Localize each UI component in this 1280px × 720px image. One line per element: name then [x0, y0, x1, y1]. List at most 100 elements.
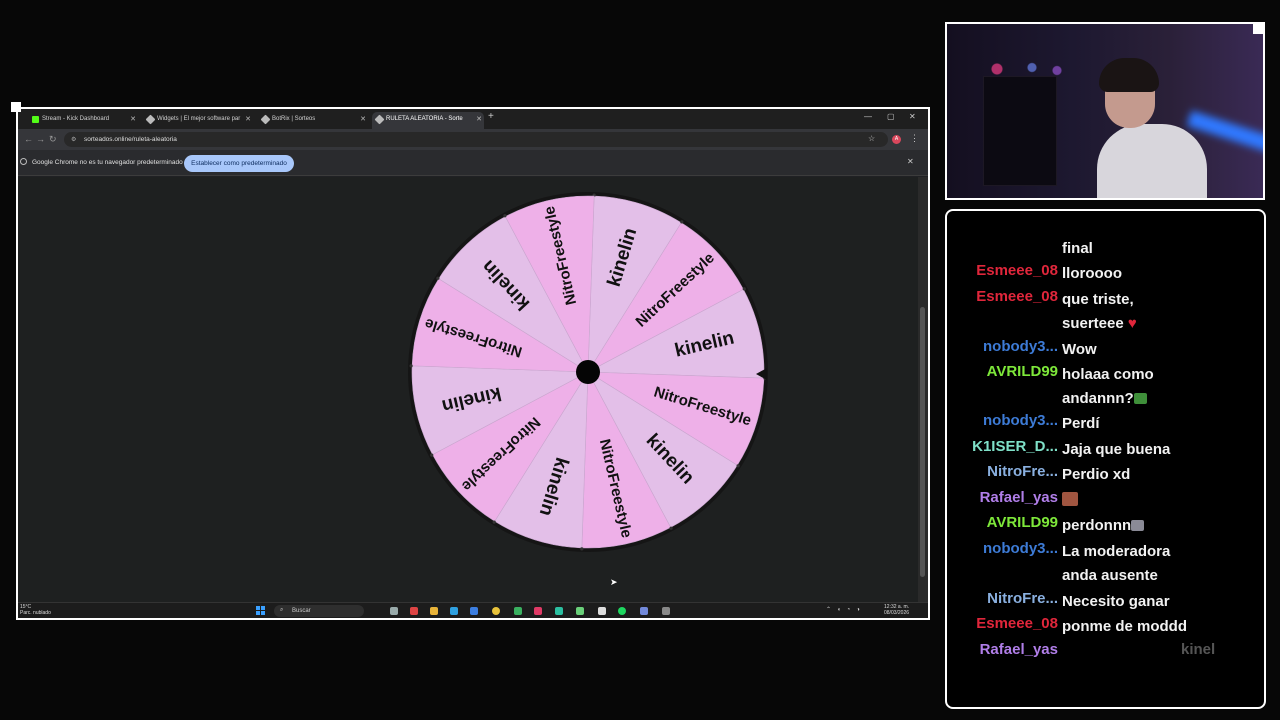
scrollbar[interactable] — [918, 177, 928, 602]
kick-icon — [32, 116, 39, 123]
chat-username[interactable]: K1ISER_D... — [972, 438, 1058, 455]
chat-message: nobody3... Perdí — [947, 412, 1264, 438]
faded-message-text: kinel — [1181, 641, 1216, 658]
chat-message: Esmeee_08 ponme de moddd — [947, 615, 1264, 641]
search-icon: ⌕ — [280, 607, 284, 613]
maximize-icon[interactable]: ▢ — [887, 112, 895, 121]
minimize-icon[interactable]: — — [864, 112, 872, 121]
menu-icon[interactable]: ⋮ — [910, 133, 919, 144]
chat-username[interactable]: Rafael_yas — [980, 489, 1058, 506]
system-tray[interactable]: ⌃◖◔◑ — [826, 606, 866, 613]
windows-start-icon[interactable] — [256, 606, 266, 616]
forward-icon[interactable]: → — [36, 134, 45, 144]
tab-botrix[interactable]: BotRix | Sorteos ✕ — [258, 112, 368, 129]
set-default-button[interactable]: Establecer como predeterminado — [184, 155, 294, 172]
edge-icon[interactable] — [450, 607, 458, 615]
site-info-icon[interactable]: ⚙ — [71, 136, 76, 143]
tab-kick-dashboard[interactable]: Stream - Kick Dashboard ✕ — [28, 112, 138, 129]
profile-avatar[interactable]: A — [892, 135, 901, 144]
new-tab-icon[interactable]: + — [488, 111, 494, 122]
app-icon[interactable] — [410, 607, 418, 615]
chat-message: AVRILD99 holaaa como andannn? — [947, 363, 1264, 413]
xbox-icon[interactable] — [514, 607, 522, 615]
tab-bar: Stream - Kick Dashboard ✕ Widgets | El m… — [18, 109, 928, 129]
weather-desc: Parc. nublado — [20, 610, 51, 616]
emote-icon — [1133, 393, 1147, 404]
chat-username[interactable]: nobody3... — [983, 338, 1058, 355]
taskbar-search[interactable]: ⌕ Buscar — [274, 605, 364, 617]
infobar-message: Google Chrome no es tu navegador predete… — [32, 159, 183, 166]
wheel-peg — [680, 220, 684, 224]
roulette-wheel[interactable]: kinelinNitroFreestylekinelinNitroFreesty… — [403, 187, 773, 557]
message-text: lloroooo — [1062, 265, 1122, 282]
file-explorer-icon[interactable] — [430, 607, 438, 615]
chat-username[interactable]: AVRILD99 — [987, 514, 1058, 531]
close-window-icon[interactable]: ✕ — [909, 112, 916, 121]
tab-ruleta[interactable]: RULETA ALEATORIA - Sorte ✕ — [372, 112, 484, 129]
wheel-peg — [669, 526, 673, 530]
chat-username[interactable]: AVRILD99 — [987, 363, 1058, 380]
chat-username[interactable]: Rafael_yas — [980, 641, 1058, 658]
close-icon[interactable]: ✕ — [245, 115, 251, 123]
chat-message: Esmeee_08 que triste, suerteee ♥ — [947, 288, 1264, 338]
wheel-peg — [503, 214, 507, 218]
search-placeholder: Buscar — [292, 608, 311, 614]
chat-message: K1ISER_D... Jaja que buena — [947, 438, 1264, 464]
close-icon[interactable]: ✕ — [476, 115, 482, 123]
chat-message: nobody3... La moderadora anda ausente — [947, 540, 1264, 590]
chat-username[interactable]: Esmeee_08 — [976, 615, 1058, 632]
tab-widgets[interactable]: Widgets | El mejor software par ✕ — [143, 112, 253, 129]
tiktok-icon[interactable] — [534, 607, 542, 615]
discord-icon[interactable] — [640, 607, 648, 615]
message-text: Perdio xd — [1062, 466, 1131, 483]
mouse-cursor-icon: ➤ — [610, 577, 618, 587]
botrix-icon — [260, 114, 271, 125]
wheel-peg — [430, 453, 434, 457]
chat-panel: final Esmeee_08 lloroooo Esmeee_08 que t… — [945, 209, 1266, 709]
bookmark-star-icon[interactable]: ☆ — [868, 134, 875, 143]
message-text: holaaa como andannn? — [1062, 366, 1154, 407]
heart-emoji-icon: ♥ — [1127, 315, 1137, 332]
message-text: Perdí — [1062, 415, 1100, 432]
chat-username[interactable]: Esmeee_08 — [976, 262, 1058, 279]
chat-message: Rafael_yas — [947, 489, 1264, 515]
message-text: perdonnn — [1062, 514, 1242, 538]
message-text: final — [1062, 240, 1093, 257]
whatsapp-icon[interactable] — [576, 607, 584, 615]
store-icon[interactable] — [470, 607, 478, 615]
wheel-peg — [409, 364, 413, 368]
chrome-icon — [20, 158, 27, 165]
streamer-hoodie — [1097, 124, 1207, 198]
weather-widget[interactable]: 15°C Parc. nublado — [20, 604, 51, 616]
spotify-icon[interactable] — [618, 607, 626, 615]
ruleta-icon — [374, 114, 385, 125]
webcam-feed — [945, 22, 1265, 200]
url-field[interactable]: ⚙ sorteados.online/ruleta-aleatoria — [64, 132, 888, 147]
wheel-peg — [492, 520, 496, 524]
task-view-icon[interactable] — [390, 607, 398, 615]
chat-username[interactable]: Esmeee_08 — [976, 288, 1058, 305]
wheel-peg — [736, 464, 740, 468]
emote-icon — [1062, 492, 1078, 506]
chat-username[interactable]: nobody3... — [983, 540, 1058, 557]
chat-username[interactable]: nobody3... — [983, 412, 1058, 429]
back-icon[interactable]: ← — [24, 134, 33, 144]
reload-icon[interactable]: ↻ — [49, 134, 57, 145]
close-icon[interactable]: ✕ — [360, 115, 366, 123]
taskbar-clock[interactable]: 12:32 a. m. 08/03/2026 — [884, 604, 909, 616]
scrollbar-thumb[interactable] — [920, 307, 925, 577]
app-icon[interactable] — [555, 607, 563, 615]
document-icon[interactable] — [598, 607, 606, 615]
app-icon[interactable] — [662, 607, 670, 615]
address-bar: ← → ↻ ⚙ sorteados.online/ruleta-aleatori… — [18, 129, 928, 150]
page-content: kinelin NitroFreestyle kinelin NitroFreesty… — [18, 177, 918, 602]
chat-username[interactable]: NitroFre... — [987, 590, 1058, 607]
chrome-icon[interactable] — [492, 607, 500, 615]
message-text: ponme de moddd — [1062, 618, 1187, 635]
chat-message: Rafael_yas kinel — [947, 641, 1264, 667]
close-icon[interactable]: ✕ — [130, 115, 136, 123]
wheel-peg — [436, 276, 440, 280]
chat-message: AVRILD99 perdonnn — [947, 514, 1264, 540]
chat-username[interactable]: NitroFre... — [987, 463, 1058, 480]
close-icon[interactable]: ✕ — [907, 157, 914, 166]
